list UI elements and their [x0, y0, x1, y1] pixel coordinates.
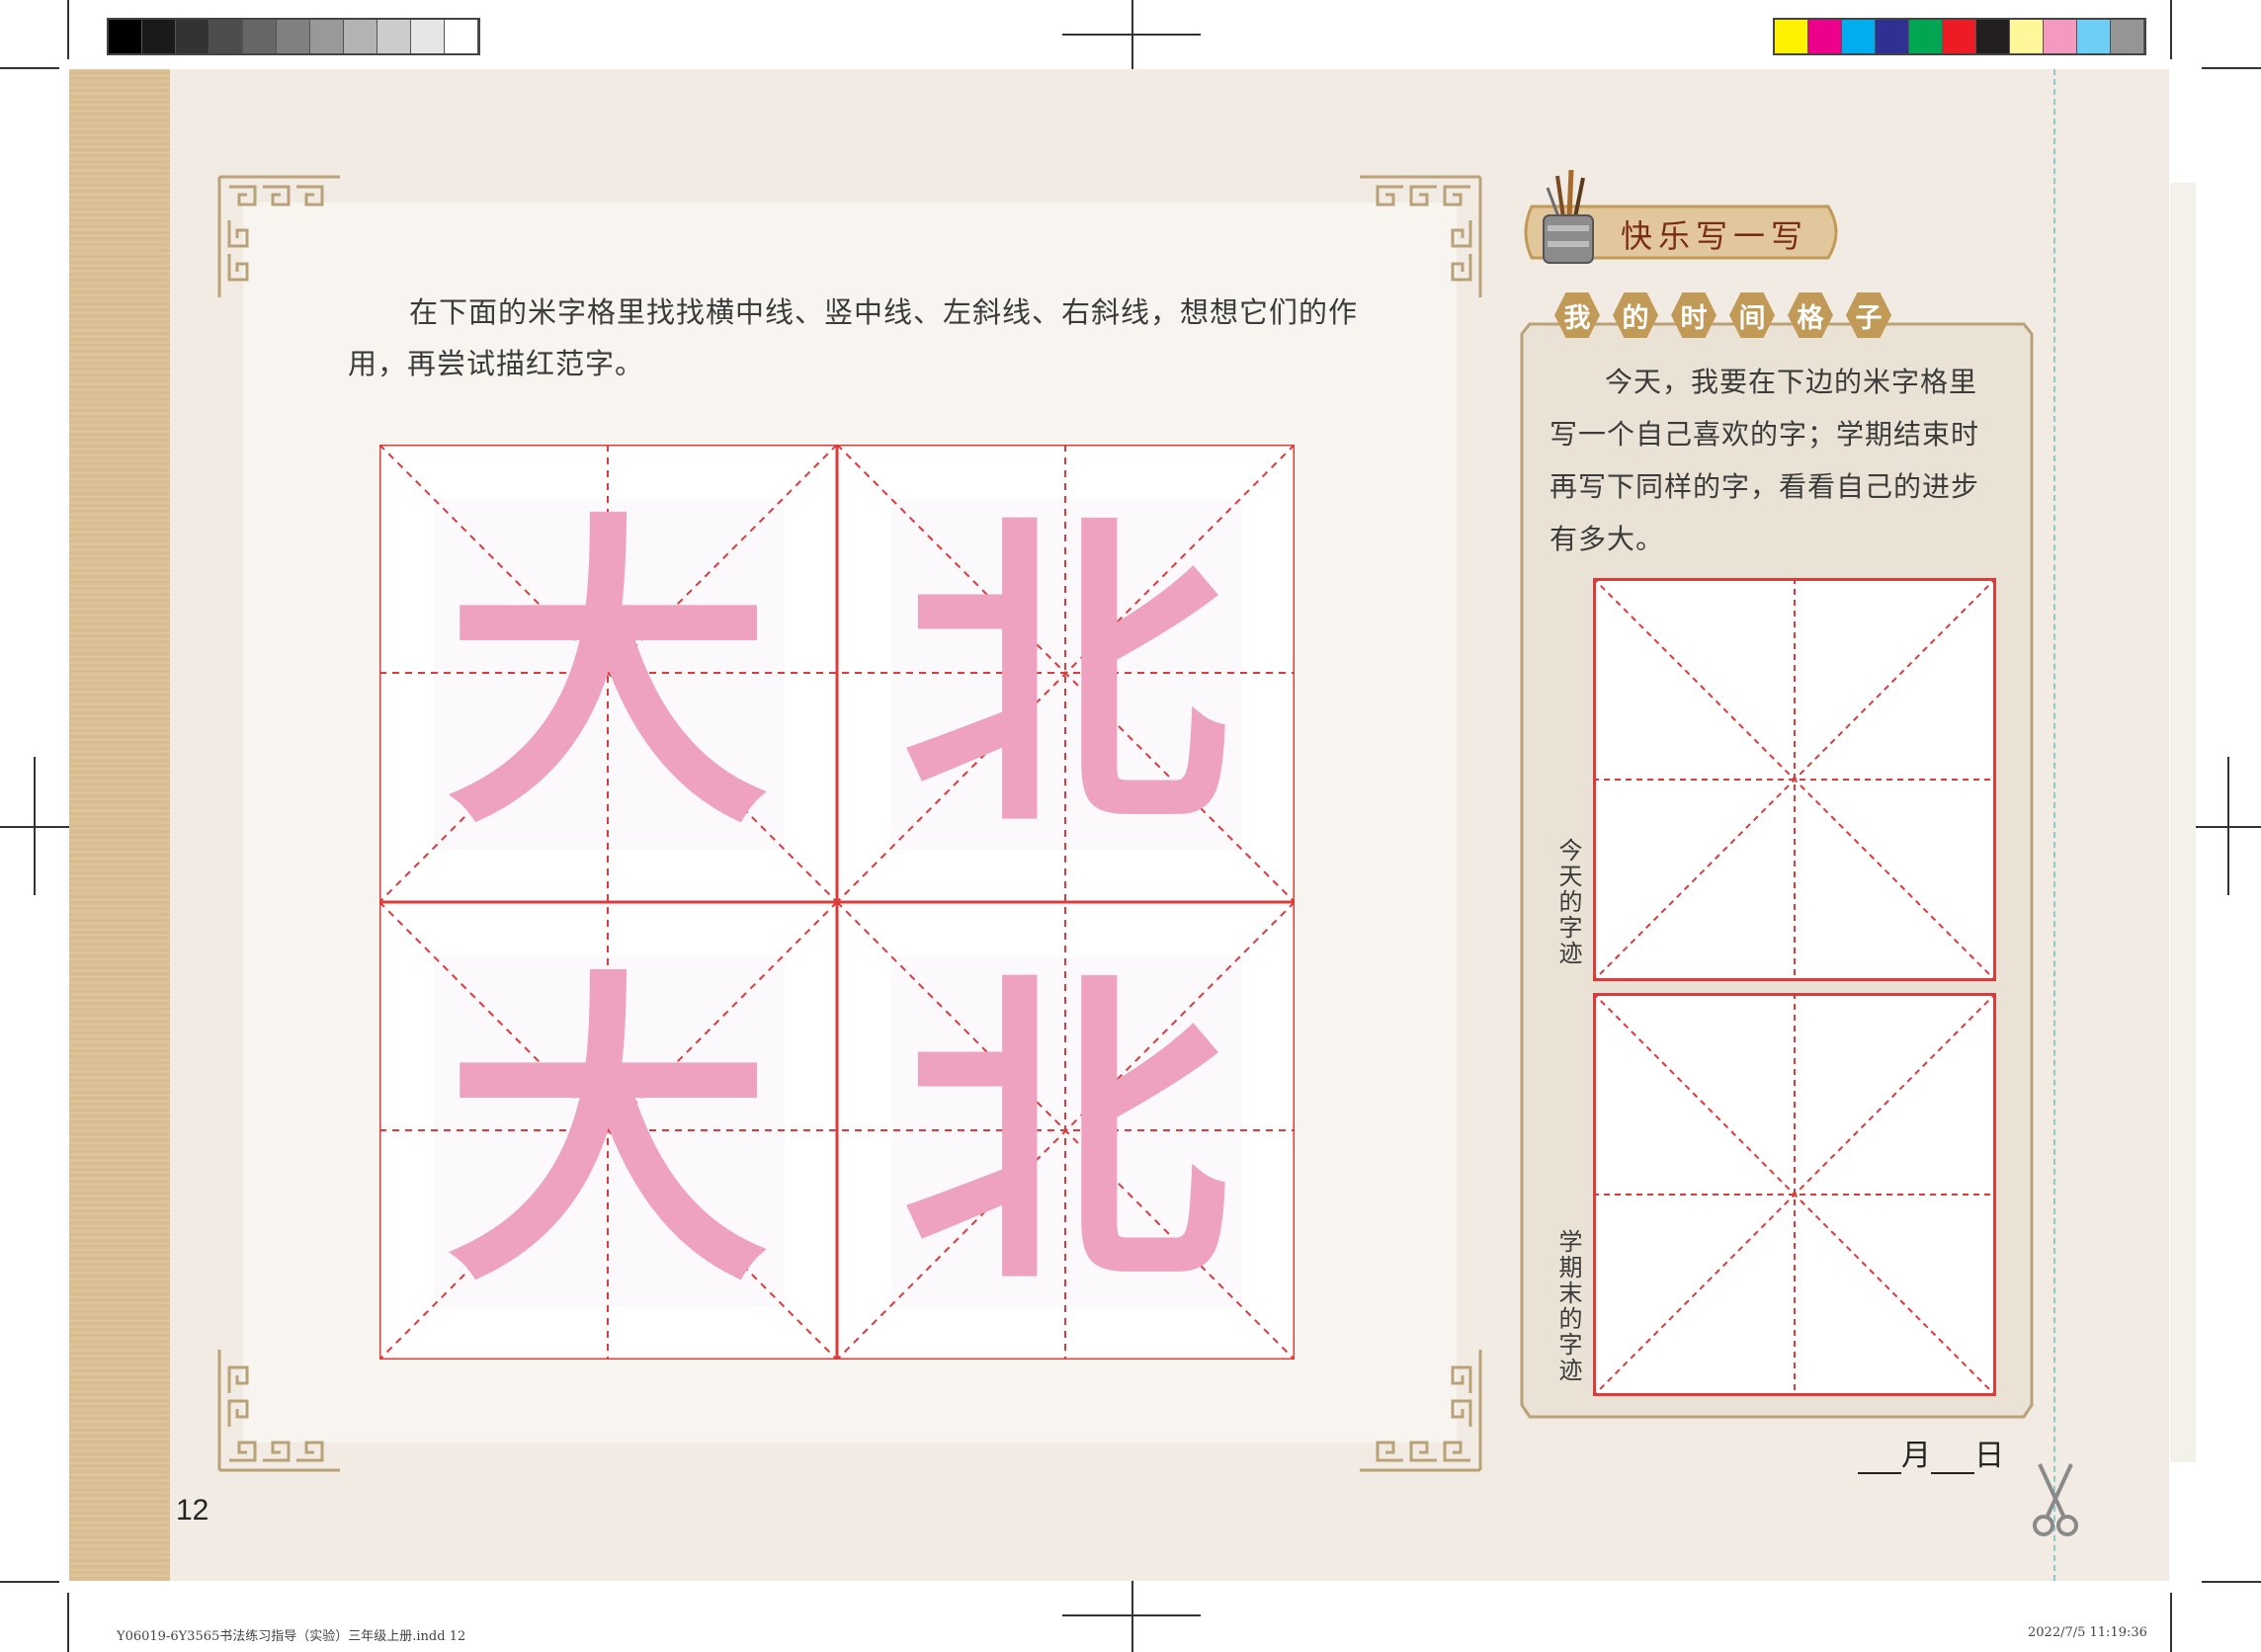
fret-corner-bottom-right-icon: [1360, 1350, 1482, 1472]
fret-corner-top-right-icon: [1360, 175, 1482, 297]
color-swatch: [411, 20, 445, 53]
footer-timestamp: 2022/7/5 11:19:36: [2028, 1625, 2147, 1640]
brush-pot-icon: [1543, 169, 1594, 264]
color-swatch: [1909, 20, 1943, 53]
color-swatch: [2010, 20, 2044, 53]
color-swatch: [142, 20, 176, 53]
fret-corner-bottom-left-icon: [217, 1350, 340, 1472]
my-time-grid-heading: 我 的 时 间 格 子: [1554, 292, 1891, 338]
page-spine: [69, 69, 170, 1581]
today-writing-grid[interactable]: [1593, 578, 1996, 981]
fold-line: [2053, 69, 2055, 1581]
color-swatch: [277, 20, 310, 53]
color-swatch: [1943, 20, 1976, 53]
trace-character: 大: [445, 942, 771, 1325]
fret-corner-top-left-icon: [217, 175, 340, 297]
trace-character: 大: [445, 484, 771, 867]
month-label: 月: [1901, 1439, 1931, 1473]
heading-char: 间: [1729, 292, 1775, 338]
color-swatch: [344, 20, 377, 53]
crop-mark: [2202, 1581, 2261, 1583]
grayscale-color-bar: [107, 18, 480, 55]
color-swatch: [1808, 20, 1842, 53]
crop-mark: [1062, 34, 1201, 36]
page-number: 12: [176, 1494, 209, 1527]
crop-mark: [1131, 1581, 1133, 1652]
side-text-line: 今天，我要在下边的米字格里: [1605, 366, 1978, 398]
color-swatch: [1775, 20, 1808, 53]
label-term-end: 学期末的字迹: [1554, 1229, 1582, 1383]
color-swatch: [1842, 20, 1876, 53]
heading-char: 格: [1788, 292, 1833, 338]
color-swatch: [243, 20, 277, 53]
crop-mark: [2170, 1593, 2172, 1652]
side-text-line: 有多大。: [1549, 523, 1665, 555]
trace-character: 北: [902, 942, 1228, 1325]
instruction-line-1: 在下面的米字格里找找横中线、竖中线、左斜线、右斜线，想想它们的作: [409, 295, 1359, 329]
trace-character: 北: [902, 484, 1228, 867]
date-fill-in: 月日: [1858, 1431, 2004, 1474]
color-swatch: [176, 20, 209, 53]
color-swatch: [2044, 20, 2077, 53]
crop-mark: [2202, 67, 2261, 69]
process-color-bar: [1773, 18, 2146, 55]
month-blank[interactable]: [1858, 1445, 1901, 1474]
side-text-line: 再写下同样的字，看看自己的进步: [1549, 470, 1980, 503]
color-swatch: [2111, 20, 2144, 53]
crop-mark: [0, 1581, 59, 1583]
heading-char: 的: [1613, 292, 1658, 338]
color-swatch: [1976, 20, 2010, 53]
instruction-text: 在下面的米字格里找找横中线、竖中线、左斜线、右斜线，想想它们的作 用，再尝试描红…: [348, 287, 1415, 389]
heading-char: 时: [1671, 292, 1717, 338]
side-text-line: 写一个自己喜欢的字；学期结束时: [1549, 418, 1980, 451]
page-edge: [2170, 183, 2196, 1462]
side-instruction: 今天，我要在下边的米字格里 写一个自己喜欢的字；学期结束时 再写下同样的字，看看…: [1549, 356, 2014, 565]
crop-mark: [2192, 826, 2261, 828]
rice-grid-practice: 大 北 大 北: [379, 445, 1295, 1360]
label-today: 今天的字迹: [1554, 838, 1582, 966]
heading-char: 我: [1554, 292, 1600, 338]
color-swatch: [1876, 20, 1909, 53]
section-title: 快乐写一写: [1621, 217, 1809, 255]
crop-mark: [67, 0, 69, 59]
color-swatch: [377, 20, 411, 53]
crop-mark: [67, 1593, 69, 1652]
instruction-line-2: 用，再尝试描红范字。: [348, 347, 645, 380]
color-swatch: [2077, 20, 2111, 53]
color-swatch: [310, 20, 344, 53]
color-swatch: [109, 20, 142, 53]
scissors-icon: [2033, 1463, 2078, 1536]
crop-mark: [2227, 757, 2229, 895]
crop-mark: [0, 67, 59, 69]
crop-mark: [34, 757, 36, 895]
day-label: 日: [1974, 1439, 2004, 1473]
crop-mark: [2170, 0, 2172, 59]
day-blank[interactable]: [1931, 1445, 1974, 1474]
crop-mark: [1062, 1614, 1201, 1616]
term-end-writing-grid[interactable]: [1593, 993, 1996, 1396]
heading-char: 子: [1846, 292, 1891, 338]
color-swatch: [209, 20, 243, 53]
footer-file-info: Y06019-6Y3565书法练习指导（实验）三年级上册.indd 12: [117, 1629, 466, 1644]
color-swatch: [445, 20, 478, 53]
